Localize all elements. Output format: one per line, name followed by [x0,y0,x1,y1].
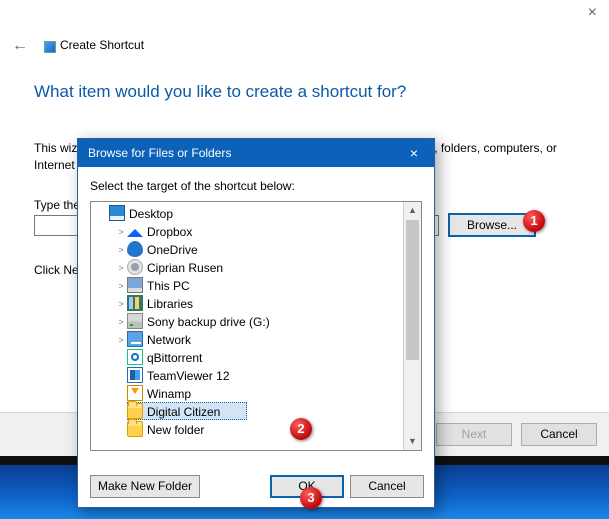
tree-node-label: Winamp [147,387,191,401]
tree-node[interactable]: > Network [91,330,404,348]
expand-icon[interactable]: > [115,259,127,277]
dropbox-icon [127,229,143,237]
libs-icon [127,295,143,311]
expand-icon[interactable]: > [115,223,127,241]
dialog-cancel-button[interactable]: Cancel [350,475,424,498]
tree-node[interactable]: Digital Citizen [91,402,404,420]
thispc-icon [127,277,143,293]
tree-node-label: Dropbox [147,225,192,239]
tree-node-label: TeamViewer 12 [147,369,230,383]
tree-node[interactable]: > Ciprian Rusen [91,258,404,276]
tree-node-label: Ciprian Rusen [147,261,223,275]
expand-icon[interactable]: > [115,241,127,259]
tree-node[interactable]: > Libraries [91,294,404,312]
network-icon [127,331,143,347]
tree-node-label: New folder [147,423,204,437]
dialog-footer: Make New Folder OK Cancel [78,467,434,507]
close-icon[interactable]: × [588,4,597,22]
folder-icon [127,421,143,437]
expand-icon[interactable]: > [115,295,127,313]
qb-icon [127,349,143,365]
tree-node-label: This PC [147,279,190,293]
wizard-title: Create Shortcut [60,38,144,52]
tree-node-label: Network [147,333,191,347]
next-button: Next [436,423,512,446]
callout-2: 2 [290,418,312,440]
winamp-icon [127,385,143,401]
expand-icon[interactable]: > [115,277,127,295]
tree-node-label: Sony backup drive (G:) [147,315,270,329]
callout-1: 1 [523,210,545,232]
tree-node-label: Desktop [129,207,173,221]
tree-node[interactable]: qBittorrent [91,348,404,366]
callout-3: 3 [300,487,322,509]
scroll-up-icon[interactable]: ▲ [404,202,421,219]
tree-node[interactable]: > Sony backup drive (G:) [91,312,404,330]
tree-node[interactable]: > Dropbox [91,222,404,240]
tree-node-label: Libraries [147,297,193,311]
wizard-heading: What item would you like to create a sho… [34,82,406,102]
dialog-instruction: Select the target of the shortcut below: [78,167,434,201]
tree-node[interactable]: > This PC [91,276,404,294]
tree-node-label: OneDrive [147,243,198,257]
expand-icon[interactable]: > [115,313,127,331]
tree-node-label: qBittorrent [147,351,202,365]
drive-icon [127,313,143,329]
tree-node[interactable]: New folder [91,420,404,438]
shortcut-icon [44,41,56,53]
dialog-titlebar: Browse for Files or Folders × [78,139,434,167]
expand-icon[interactable]: > [115,331,127,349]
browse-dialog: Browse for Files or Folders × Select the… [77,138,435,508]
tree-node[interactable]: Winamp [91,384,404,402]
dialog-close-icon[interactable]: × [394,139,434,167]
scroll-thumb[interactable] [406,220,419,360]
desktop-icon [109,205,125,221]
back-arrow-icon[interactable]: ← [12,38,28,54]
scrollbar[interactable]: ▲ ▼ [403,202,421,450]
cancel-button[interactable]: Cancel [521,423,597,446]
onedrive-icon [127,241,143,257]
tree-node[interactable]: Desktop [91,204,404,222]
user-icon [127,259,143,275]
dialog-title: Browse for Files or Folders [88,146,231,160]
tv-icon [127,367,143,383]
folder-tree-list[interactable]: Desktop>Dropbox>OneDrive>Ciprian Rusen>T… [91,202,404,450]
folder-icon [127,403,143,419]
tree-node[interactable]: TeamViewer 12 [91,366,404,384]
tree-node[interactable]: > OneDrive [91,240,404,258]
scroll-down-icon[interactable]: ▼ [404,433,421,450]
folder-tree: Desktop>Dropbox>OneDrive>Ciprian Rusen>T… [90,201,422,451]
make-new-folder-button[interactable]: Make New Folder [90,475,200,498]
tree-node-label: Digital Citizen [147,405,220,419]
